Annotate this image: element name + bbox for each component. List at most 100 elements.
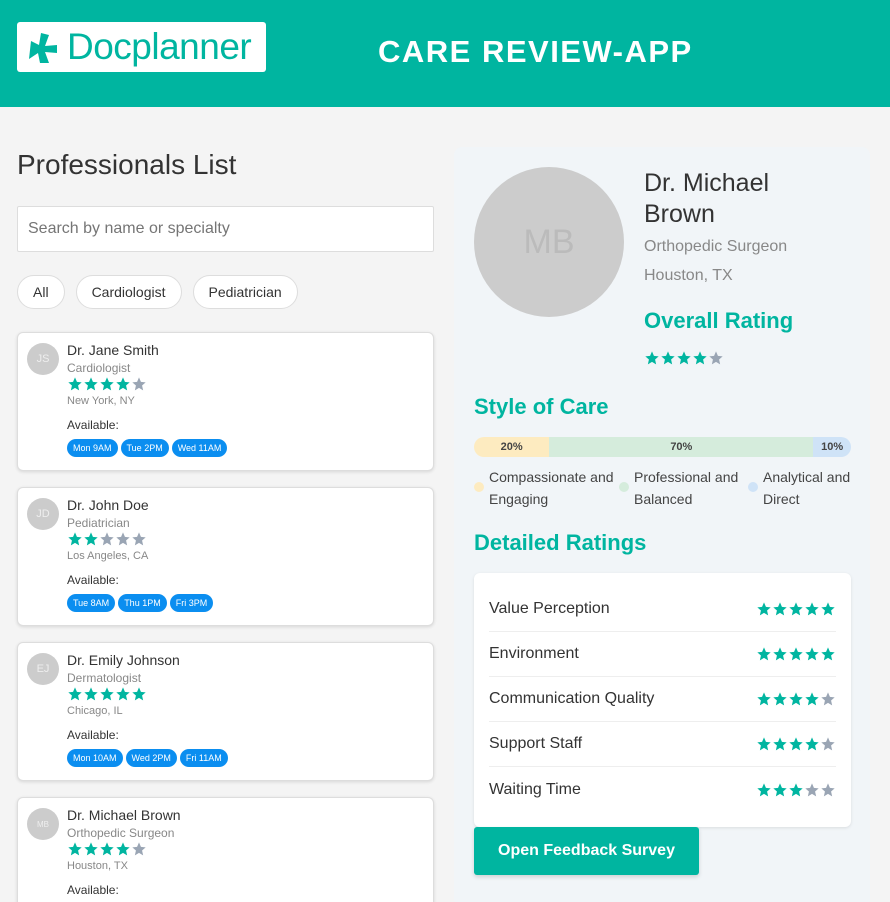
availability-slot[interactable]: Fri 11AM — [179, 749, 228, 767]
style-of-care-legend: Compassionate and Engaging Professional … — [474, 466, 851, 510]
star-filled-icon — [757, 647, 771, 661]
doctor-card-specialty: Pediatrician — [67, 516, 130, 530]
doctor-card-rating — [67, 531, 147, 547]
star-filled-icon — [68, 687, 82, 701]
doctor-card-location: Los Angeles, CA — [67, 550, 149, 562]
star-filled-icon — [773, 737, 787, 751]
available-label: Available: — [67, 418, 119, 432]
search-input[interactable] — [17, 206, 434, 252]
rating-stars — [756, 691, 836, 707]
star-filled-icon — [68, 842, 82, 856]
availability-slot[interactable]: Wed 2PM — [125, 749, 177, 767]
detailed-ratings-title: Detailed Ratings — [474, 530, 647, 555]
star-filled-icon — [116, 377, 130, 391]
star-filled-icon — [100, 377, 114, 391]
star-filled-icon — [757, 692, 771, 706]
star-filled-icon — [100, 842, 114, 856]
star-filled-icon — [805, 692, 819, 706]
app-title: CARE REVIEW-APP — [378, 34, 693, 69]
star-empty-icon — [821, 737, 835, 751]
doctor-card-location: New York, NY — [67, 395, 135, 407]
doctor-detail-panel: MB Dr. Michael Brown Orthopedic Surgeon … — [454, 147, 870, 902]
star-filled-icon — [805, 602, 819, 616]
doctor-card-specialty: Orthopedic Surgeon — [67, 826, 175, 840]
availability-slot[interactable]: Thu 1PM — [118, 594, 167, 612]
open-feedback-survey-button[interactable]: Open Feedback Survey — [474, 827, 699, 875]
doctor-card[interactable]: JS Dr. Jane Smith Cardiologist New York, NY… — [17, 332, 434, 471]
star-filled-icon — [677, 351, 691, 365]
rating-stars — [756, 646, 836, 662]
availability-slot[interactable]: Tue 8AM — [67, 594, 116, 612]
star-empty-icon — [805, 782, 819, 796]
doctor-card[interactable]: JD Dr. John Doe Pediatrician Los Angeles, C… — [17, 487, 434, 626]
star-empty-icon — [132, 377, 146, 391]
rating-row: Waiting Time — [489, 767, 836, 812]
availability-slot[interactable]: Tue 2PM — [120, 439, 169, 457]
doctor-avatar: MB — [474, 167, 624, 317]
doctor-card-name: Dr. Emily Johnson — [67, 652, 180, 668]
doctor-specialty: Orthopedic Surgeon — [644, 238, 788, 255]
legend-label-compassionate: Compassionate and Engaging — [489, 469, 614, 507]
availability-slot[interactable]: Mon 9AM — [67, 439, 118, 457]
availability-slots: Mon 9AM Tue 2PM Wed 11AM — [67, 439, 228, 457]
doctor-card-location: Houston, TX — [67, 860, 128, 872]
docplanner-logo-icon — [29, 33, 57, 63]
star-filled-icon — [805, 737, 819, 751]
star-filled-icon — [132, 687, 146, 701]
doctor-card-name: Dr. John Doe — [67, 497, 149, 513]
filter-chips: All Cardiologist Pediatrician — [17, 275, 298, 309]
doctor-card-specialty: Cardiologist — [67, 361, 131, 375]
star-filled-icon — [789, 647, 803, 661]
legend-item-compassionate: Compassionate and Engaging — [474, 466, 619, 510]
star-empty-icon — [821, 782, 835, 796]
detailed-ratings-box: Value Perception Environment Communication… — [474, 573, 851, 827]
doctor-card-location: Chicago, IL — [67, 705, 123, 717]
availability-slot[interactable]: Wed 11AM — [171, 439, 228, 457]
rating-row: Value Perception — [489, 587, 836, 632]
star-empty-icon — [132, 532, 146, 546]
star-filled-icon — [789, 782, 803, 796]
doctor-card[interactable]: EJ Dr. Emily Johnson Dermatologist Chicago,… — [17, 642, 434, 781]
star-filled-icon — [84, 532, 98, 546]
availability-slots: Mon 10AM Wed 2PM Fri 11AM — [67, 749, 228, 767]
avatar: JD — [27, 498, 59, 530]
star-filled-icon — [773, 782, 787, 796]
segment-analytical: 10% — [813, 437, 851, 457]
doctor-card[interactable]: MB Dr. Michael Brown Orthopedic Surgeon Hou… — [17, 797, 434, 902]
star-filled-icon — [757, 782, 771, 796]
app-header: Docplanner CARE REVIEW-APP — [0, 0, 890, 107]
star-empty-icon — [132, 842, 146, 856]
star-empty-icon — [709, 351, 723, 365]
rating-stars — [756, 782, 836, 798]
star-filled-icon — [116, 842, 130, 856]
rating-label: Communication Quality — [489, 690, 655, 707]
star-filled-icon — [821, 647, 835, 661]
star-filled-icon — [789, 692, 803, 706]
available-label: Available: — [67, 728, 119, 742]
filter-chip-cardiologist[interactable]: Cardiologist — [75, 275, 182, 309]
star-filled-icon — [84, 687, 98, 701]
docplanner-logo[interactable]: Docplanner — [17, 22, 266, 72]
availability-slot[interactable]: Fri 3PM — [169, 594, 214, 612]
segment-professional: 70% — [549, 437, 814, 457]
rating-stars — [756, 736, 836, 752]
filter-chip-all[interactable]: All — [17, 275, 65, 309]
star-filled-icon — [805, 647, 819, 661]
legend-dot-analytical — [748, 482, 758, 492]
availability-slot[interactable]: Mon 10AM — [67, 749, 123, 767]
rating-label: Environment — [489, 645, 579, 662]
star-filled-icon — [68, 532, 82, 546]
style-of-care-title: Style of Care — [474, 394, 609, 419]
rating-label: Waiting Time — [489, 780, 581, 798]
star-empty-icon — [116, 532, 130, 546]
legend-item-professional: Professional and Balanced — [619, 466, 748, 510]
doctor-name: Dr. Michael Brown — [644, 169, 770, 228]
rating-label: Support Staff — [489, 735, 583, 752]
rating-row: Communication Quality — [489, 677, 836, 722]
filter-chip-pediatrician[interactable]: Pediatrician — [192, 275, 298, 309]
legend-item-analytical: Analytical and Direct — [748, 466, 851, 510]
rating-stars — [756, 601, 836, 617]
star-filled-icon — [789, 737, 803, 751]
star-filled-icon — [773, 602, 787, 616]
doctor-card-specialty: Dermatologist — [67, 671, 142, 685]
